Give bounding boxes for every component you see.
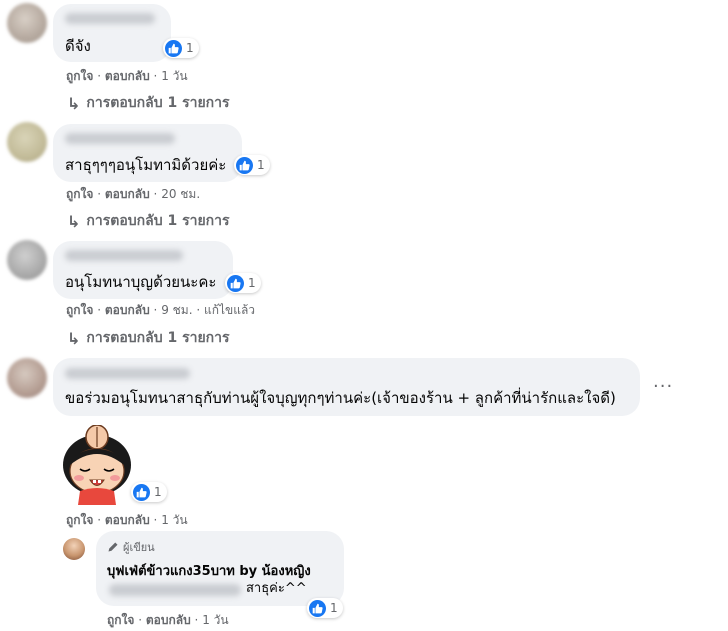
comment-text: ขอร่วมอนุโมทนาสาธุกับท่านผู้ใจบุญทุกๆท่า… (65, 389, 616, 407)
reply-arrow-icon: ↳ (67, 211, 81, 231)
commenter-name[interactable] (65, 250, 183, 261)
mention-blur[interactable] (109, 584, 241, 596)
edited-label[interactable]: แก้ไขแล้ว (204, 303, 255, 317)
commenter-name[interactable] (65, 368, 190, 379)
author-badge-label: ผู้เขียน (123, 541, 155, 554)
thumbs-up-icon (236, 156, 253, 174)
comment-actions: ถูกใจ · ตอบกลับ · 1 วัน (66, 69, 188, 83)
reply-link[interactable]: ตอบกลับ (105, 69, 150, 83)
pencil-icon (108, 542, 118, 552)
comment-bubble: ดีจัง (53, 4, 171, 62)
reply-author-name[interactable]: บุฟเฟ่ต์ข้าวแกง35บาท by น้องหญิง (107, 560, 311, 581)
like-link[interactable]: ถูกใจ (66, 303, 93, 317)
reply-text: สาธุค่ะ^^ (246, 581, 307, 596)
commenter-avatar[interactable] (7, 3, 47, 43)
comment-actions: ถูกใจ · ตอบกลับ · 20 ชม. (66, 187, 201, 201)
replies-label: การตอบกลับ 1 รายการ (86, 330, 230, 346)
reply-bubble: ผู้เขียน บุฟเฟ่ต์ข้าวแกง35บาท by น้องหญิ… (96, 531, 344, 606)
commenter-avatar[interactable] (7, 240, 47, 280)
like-count: 1 (186, 41, 194, 55)
commenter-avatar[interactable] (7, 358, 47, 398)
comment-text: ดีจัง (65, 37, 91, 55)
reply-arrow-icon: ↳ (67, 93, 81, 113)
like-reaction[interactable]: 1 (225, 273, 261, 293)
reply-link[interactable]: ตอบกลับ (105, 513, 150, 527)
author-avatar[interactable] (63, 538, 85, 560)
like-reaction[interactable]: 1 (131, 482, 167, 502)
comment-bubble: อนุโมทนาบุญด้วยนะคะ (53, 241, 233, 299)
like-count: 1 (257, 158, 265, 172)
sticker-image (52, 424, 142, 505)
like-link[interactable]: ถูกใจ (66, 187, 93, 201)
replies-label: การตอบกลับ 1 รายการ (86, 213, 230, 229)
timestamp[interactable]: 1 วัน (161, 69, 187, 83)
like-count: 1 (154, 485, 162, 499)
like-reaction[interactable]: 1 (234, 155, 270, 175)
timestamp[interactable]: 1 วัน (202, 613, 228, 627)
thumbs-up-icon (133, 483, 150, 501)
comment-bubble: สาธุๆๆๆอนุโมทามิด้วยค่ะ (53, 124, 242, 182)
like-reaction[interactable]: 1 (163, 38, 199, 58)
timestamp[interactable]: 1 วัน (161, 513, 187, 527)
like-link[interactable]: ถูกใจ (66, 513, 93, 527)
replies-label: การตอบกลับ 1 รายการ (86, 95, 230, 111)
thumbs-up-icon (309, 599, 326, 617)
reply-link[interactable]: ตอบกลับ (146, 613, 191, 627)
thumbs-up-icon (165, 39, 182, 57)
reply-actions: ถูกใจ · ตอบกลับ · 1 วัน (107, 613, 229, 627)
view-replies[interactable]: ↳ การตอบกลับ 1 รายการ (67, 92, 230, 114)
like-link[interactable]: ถูกใจ (107, 613, 134, 627)
comment-bubble: ขอร่วมอนุโมทนาสาธุกับท่านผู้ใจบุญทุกๆท่า… (53, 358, 640, 416)
like-reaction[interactable]: 1 (307, 598, 343, 618)
view-replies[interactable]: ↳ การตอบกลับ 1 รายการ (67, 327, 230, 349)
like-link[interactable]: ถูกใจ (66, 69, 93, 83)
commenter-name[interactable] (65, 133, 175, 144)
comment-text: สาธุๆๆๆอนุโมทามิด้วยค่ะ (65, 156, 227, 174)
like-count: 1 (248, 276, 256, 290)
view-replies[interactable]: ↳ การตอบกลับ 1 รายการ (67, 210, 230, 232)
thumbs-up-icon (227, 274, 244, 292)
like-count: 1 (330, 601, 338, 615)
comment-text: อนุโมทนาบุญด้วยนะคะ (65, 273, 217, 291)
reply-link[interactable]: ตอบกลับ (105, 303, 150, 317)
author-badge: ผู้เขียน (107, 538, 155, 556)
comment-actions: ถูกใจ · ตอบกลับ · 9 ชม. · แก้ไขแล้ว (66, 303, 256, 317)
commenter-name[interactable] (65, 13, 155, 24)
comment-actions: ถูกใจ · ตอบกลับ · 1 วัน (66, 513, 188, 527)
timestamp[interactable]: 20 ชม. (161, 187, 200, 201)
reply-link[interactable]: ตอบกลับ (105, 187, 150, 201)
reply-arrow-icon: ↳ (67, 328, 81, 348)
commenter-avatar[interactable] (7, 122, 47, 162)
more-options-icon[interactable]: ··· (653, 376, 673, 397)
timestamp[interactable]: 9 ชม. (161, 303, 192, 317)
